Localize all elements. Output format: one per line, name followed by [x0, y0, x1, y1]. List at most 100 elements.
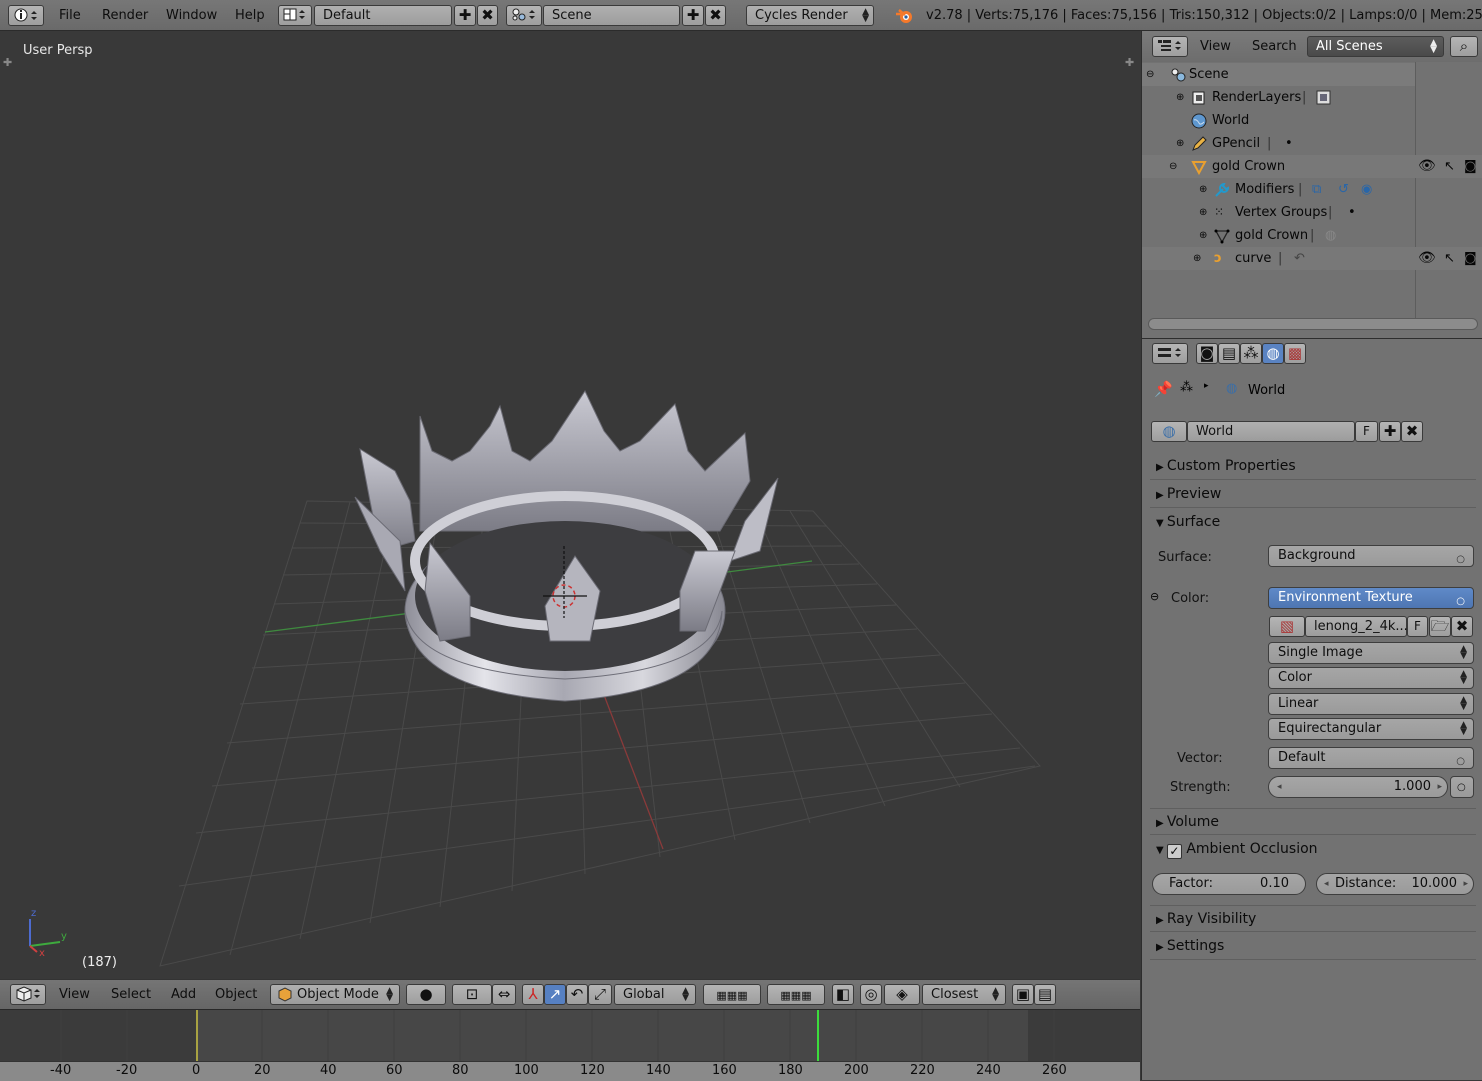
tool-shelf-toggle[interactable]: ✚	[3, 56, 12, 69]
open-image-button[interactable]: 🗁	[1429, 616, 1451, 637]
world-browse-button[interactable]: ◍	[1151, 421, 1187, 442]
fake-user-button[interactable]: F	[1355, 421, 1378, 442]
outliner-menu-search[interactable]: Search	[1252, 39, 1297, 54]
ao-factor-slider[interactable]: Factor: 0.10	[1152, 873, 1306, 895]
collapse-toggle-icon[interactable]: ⊖	[1169, 155, 1177, 178]
surface-shader-select[interactable]: Background ○	[1268, 545, 1474, 567]
outliner-horizontal-scrollbar[interactable]	[1148, 318, 1478, 330]
eye-icon[interactable]: 👁	[1418, 247, 1436, 270]
increment-arrow-icon[interactable]: ▸	[1463, 874, 1468, 894]
layout-selector-button[interactable]	[278, 5, 312, 26]
editor-type-button[interactable]	[10, 984, 46, 1005]
strength-socket-button[interactable]: ○	[1450, 776, 1474, 798]
transform-orientation-select[interactable]: Global ▲ ▼	[614, 984, 696, 1005]
cursor-select-icon[interactable]: ↖	[1444, 155, 1455, 178]
layout-name-field[interactable]: Default	[314, 5, 452, 26]
outliner-editor-type-button[interactable]	[1152, 36, 1188, 57]
color-input-select[interactable]: Environment Texture ○	[1268, 587, 1474, 609]
increment-arrow-icon[interactable]: ▸	[1437, 777, 1442, 797]
tree-row-modifiers[interactable]: ⊕ Modifiers | ⧉ ↺ ◉	[1142, 178, 1482, 201]
opengl-render-animation-button[interactable]: ▤	[1034, 984, 1056, 1005]
tree-row-gold-crown[interactable]: ⊖ gold Crown 👁 ↖ ◙	[1142, 155, 1482, 178]
opengl-render-image-button[interactable]: ▣	[1012, 984, 1034, 1005]
texture-tab[interactable]: ▩	[1284, 343, 1306, 364]
collapse-toggle-icon[interactable]: ⊖	[1146, 63, 1154, 86]
decrement-arrow-icon[interactable]: ◂	[1324, 874, 1329, 894]
pin-icon[interactable]: 📌	[1154, 380, 1173, 398]
layer-buttons-group-2[interactable]: ▦▦▦	[767, 984, 825, 1005]
menu-file[interactable]: File	[59, 8, 81, 23]
viewport-shading-button[interactable]: ●	[406, 984, 446, 1005]
scene-name-field[interactable]: Scene	[543, 5, 680, 26]
properties-shelf-toggle[interactable]: ✚	[1125, 56, 1134, 69]
panel-settings[interactable]: ▶ Settings	[1150, 933, 1476, 960]
collapse-socket-icon[interactable]: ⊖	[1150, 590, 1159, 603]
new-world-button[interactable]: ✚	[1379, 421, 1401, 442]
color-space-select[interactable]: Color ▲ ▼	[1268, 667, 1474, 689]
expand-toggle-icon[interactable]: ⊕	[1199, 201, 1207, 224]
proportional-edit-button[interactable]: ◎	[860, 984, 882, 1005]
editor-type-info-button[interactable]	[8, 5, 44, 26]
tree-row-scene[interactable]: ⊖ Scene	[1142, 63, 1415, 86]
unlink-image-button[interactable]: ✖	[1451, 616, 1473, 637]
image-browse-button[interactable]: ▧	[1269, 616, 1305, 637]
manipulator-transform-toggle[interactable]: ⅄	[522, 984, 544, 1005]
properties-editor-type-button[interactable]	[1152, 343, 1188, 364]
image-name-field[interactable]: lenong_2_4k...	[1305, 616, 1408, 637]
scene-selector-button[interactable]	[506, 5, 542, 26]
menu-window[interactable]: Window	[166, 8, 217, 23]
world-name-field[interactable]: World	[1187, 421, 1355, 442]
render-engine-select[interactable]: Cycles Render ▲ ▼	[746, 5, 874, 26]
3d-viewport[interactable]: z y x User Persp (187) ✚ ✚	[0, 31, 1140, 979]
expand-toggle-icon[interactable]: ⊕	[1199, 224, 1207, 247]
vector-input-select[interactable]: Default ○	[1268, 747, 1474, 769]
expand-toggle-icon[interactable]: ⊕	[1193, 247, 1201, 270]
eye-icon[interactable]: 👁	[1418, 155, 1436, 178]
add-scene-button[interactable]: ✚	[682, 5, 704, 26]
lock-camera-layers-button[interactable]: ◧	[832, 984, 854, 1005]
decrement-arrow-icon[interactable]: ◂	[1277, 777, 1282, 797]
snap-target-select[interactable]: Closest ▲ ▼	[922, 984, 1006, 1005]
expand-toggle-icon[interactable]: ⊕	[1176, 132, 1184, 155]
scene-tab[interactable]: ⁂	[1240, 343, 1262, 364]
menu-object[interactable]: Object	[215, 987, 257, 1002]
panel-ray-visibility[interactable]: ▶ Ray Visibility	[1150, 905, 1476, 932]
menu-add[interactable]: Add	[171, 987, 196, 1002]
rotate-toggle[interactable]: ↶	[566, 984, 588, 1005]
menu-select[interactable]: Select	[111, 987, 151, 1002]
scale-toggle[interactable]: ⤢	[588, 984, 612, 1005]
panel-volume[interactable]: ▶ Volume	[1150, 808, 1476, 835]
outliner-menu-view[interactable]: View	[1200, 39, 1231, 54]
tree-row-vertex-groups[interactable]: ⊕ ⁙ Vertex Groups | •	[1142, 201, 1482, 224]
remove-layout-button[interactable]: ✖	[477, 5, 498, 26]
world-tab[interactable]: ◍	[1262, 343, 1284, 364]
ao-enable-checkbox[interactable]: ✓	[1166, 844, 1182, 859]
translate-toggle[interactable]: ↗	[544, 984, 566, 1005]
render-layers-tab[interactable]: ▤	[1218, 343, 1240, 364]
menu-help[interactable]: Help	[235, 8, 265, 23]
panel-custom-properties[interactable]: ▶ Custom Properties	[1150, 453, 1476, 480]
unlink-world-button[interactable]: ✖	[1401, 421, 1423, 442]
render-tab[interactable]: ◙	[1196, 343, 1218, 364]
interpolation-select[interactable]: Linear ▲ ▼	[1268, 693, 1474, 715]
remove-scene-button[interactable]: ✖	[705, 5, 726, 26]
layer-buttons-group-1[interactable]: ▦▦▦	[703, 984, 761, 1005]
cursor-select-icon[interactable]: ↖	[1444, 247, 1455, 270]
expand-toggle-icon[interactable]: ⊕	[1199, 178, 1207, 201]
tree-row-gold-crown-mesh[interactable]: ⊕ gold Crown | ◍	[1142, 224, 1482, 247]
timeline-scrollbar[interactable]	[0, 1061, 1140, 1081]
tree-row-renderlayers[interactable]: ⊕ RenderLayers |	[1142, 86, 1482, 109]
tree-row-gpencil[interactable]: ⊕ GPencil | •	[1142, 132, 1482, 155]
panel-surface[interactable]: ▼ Surface	[1150, 509, 1476, 536]
ao-distance-field[interactable]: ◂ Distance: 10.000 ▸	[1316, 873, 1474, 895]
panel-preview[interactable]: ▶ Preview	[1150, 481, 1476, 508]
outliner-display-mode-select[interactable]: All Scenes ▲ ▼	[1307, 36, 1444, 57]
tree-row-curve[interactable]: ⊕ ↄ curve | ↶ 👁 ↖ ◙	[1142, 247, 1482, 270]
render-camera-icon[interactable]: ◙	[1464, 247, 1477, 270]
manipulator-toggle[interactable]: ⇔	[492, 984, 516, 1005]
expand-toggle-icon[interactable]: ⊕	[1176, 86, 1184, 109]
snap-element-button[interactable]: ◈	[884, 984, 920, 1005]
menu-view[interactable]: View	[59, 987, 90, 1002]
strength-slider[interactable]: ◂ 1.000 ▸	[1268, 776, 1448, 798]
pivot-point-button[interactable]: ⊡	[452, 984, 492, 1005]
